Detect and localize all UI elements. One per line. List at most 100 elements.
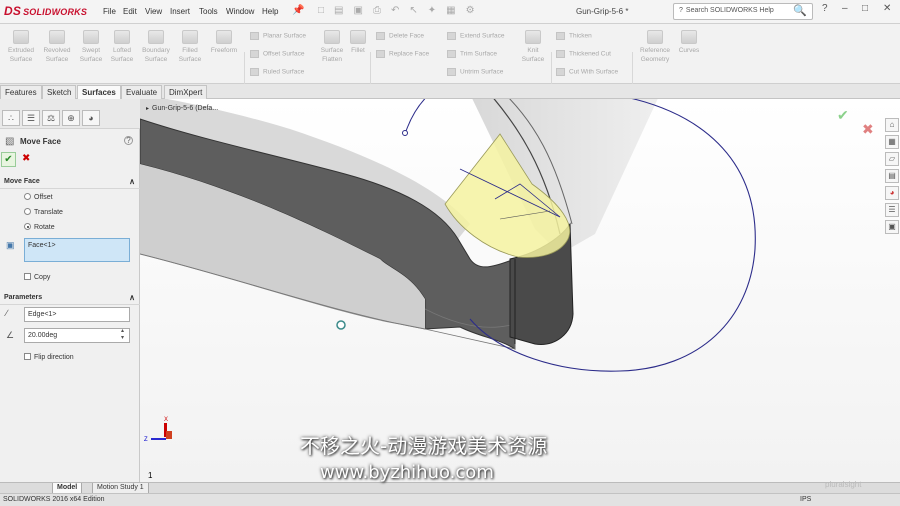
close-icon[interactable]: ✕ [883,3,891,14]
dimxpert-tab-icon[interactable]: ⊕ [62,110,80,126]
tab-dimxpert[interactable]: DimXpert [164,85,208,99]
lofted-surface-button[interactable]: Lofted Surface [107,30,137,64]
solidworks-logo[interactable]: DS SOLIDWORKS [4,4,87,18]
options-icon[interactable]: ⚙ [466,5,475,16]
option-offset[interactable]: Offset [24,193,53,201]
confirm-cancel-icon[interactable]: ✖ [862,121,874,138]
display-manager-tab-icon[interactable]: ◕ [82,110,100,126]
save-icon[interactable]: ▣ [354,5,363,16]
menu-view[interactable]: View [145,7,162,16]
forum-icon[interactable]: ▣ [885,220,899,234]
radio-offset[interactable] [24,193,31,200]
tab-surfaces[interactable]: Surfaces [77,85,121,99]
copy-check[interactable] [24,273,31,280]
replace-face-button[interactable]: Replace Face [376,50,429,58]
feature-tree-flyout[interactable]: ▸ Gun-Grip-5-6 (Defa... [146,105,218,112]
surface-flatten-button[interactable]: Surface Flatten [317,30,347,64]
thickened-cut-button[interactable]: Thickened Cut [556,50,611,58]
angle-spinner[interactable]: ▴ ▾ [121,328,124,342]
custom-properties-icon[interactable]: ☰ [885,203,899,217]
option-translate[interactable]: Translate [24,208,63,216]
configuration-tab-icon[interactable]: ⚖ [42,110,60,126]
ok-check-icon[interactable]: ✔ [1,152,16,167]
curves-button[interactable]: Curves [675,30,703,55]
property-manager-tab-icon[interactable]: ☰ [22,110,40,126]
thicken-button[interactable]: Thicken [556,32,592,40]
rebuild-icon[interactable]: ✦ [428,5,436,16]
radio-translate[interactable] [24,208,31,215]
ruled-surface-button[interactable]: Ruled Surface [250,68,304,76]
undo-icon[interactable]: ↶ [391,5,399,16]
help-search-input[interactable]: ? Search SOLIDWORKS Help [673,3,813,20]
arc-handle[interactable] [402,130,408,136]
menu-edit[interactable]: Edit [123,7,137,16]
restore-icon[interactable]: □ [862,3,868,14]
knit-surface-button[interactable]: Knit Surface [518,30,548,64]
cancel-x-icon[interactable]: ✖ [22,153,30,164]
origin-marker [336,320,346,330]
menu-tools[interactable]: Tools [199,7,218,16]
flip-direction-check[interactable] [24,353,31,360]
offset-surface-button[interactable]: Offset Surface [250,50,304,58]
menu-window[interactable]: Window [226,7,254,16]
appearances-icon[interactable]: ◕ [885,186,899,200]
new-document-icon[interactable]: □ [318,5,324,16]
delete-face-button[interactable]: Delete Face [376,32,424,40]
print-icon[interactable]: ⎙ [373,5,381,16]
feature-tree-tab-icon[interactable]: ∴ [2,110,20,126]
expand-arrow-icon[interactable]: ▸ [146,106,149,112]
reference-geometry-button[interactable]: Reference Geometry [636,30,674,64]
quick-access-toolbar: □ ▤ ▣ ⎙ ↶ ↖ ✦ ▦ ⚙ [318,5,485,16]
pin-icon[interactable]: 📌 [292,5,304,16]
face-selection-box[interactable]: Face<1> [24,238,130,262]
axis-edge-field[interactable]: Edge<1> [24,307,130,322]
boundary-surface-icon [148,30,164,44]
untrim-surface-button[interactable]: Untrim Surface [447,68,503,76]
rotation-arc [404,99,426,135]
status-bar: SOLIDWORKS 2016 x64 Edition IPS [0,493,900,506]
fillet-button[interactable]: Fillet [348,30,368,55]
extend-surface-button[interactable]: Extend Surface [447,32,504,40]
design-library-icon[interactable]: ▱ [885,152,899,166]
menu-file[interactable]: File [103,7,116,16]
revolved-surface-button[interactable]: Revolved Surface [40,30,74,64]
menu-help[interactable]: Help [262,7,278,16]
file-properties-icon[interactable]: ▦ [446,5,455,16]
radio-rotate[interactable] [24,223,31,230]
help-icon[interactable]: ? [124,136,133,145]
collapse-chevron-icon[interactable]: ∧ [129,177,135,186]
file-explorer-icon[interactable]: ▤ [885,169,899,183]
tab-features[interactable]: Features [0,85,42,99]
cut-with-surface-button[interactable]: Cut With Surface [556,68,618,76]
filled-surface-button[interactable]: Filled Surface [175,30,205,64]
copy-checkbox[interactable]: Copy [24,273,50,281]
swept-surface-icon [83,30,99,44]
boundary-surface-button[interactable]: Boundary Surface [138,30,174,64]
home-icon[interactable]: ⌂ [885,118,899,132]
confirm-ok-icon[interactable]: ✔ [837,107,849,124]
resources-icon[interactable]: ▦ [885,135,899,149]
flip-direction-checkbox[interactable]: Flip direction [24,353,74,361]
angle-input[interactable]: 20.00deg [24,328,130,343]
ruled-surface-icon [250,68,259,76]
swept-surface-button[interactable]: Swept Surface [76,30,106,64]
menu-insert[interactable]: Insert [170,7,190,16]
section-parameters[interactable]: Parameters ∧ [0,291,140,305]
option-rotate[interactable]: Rotate [24,223,55,231]
graphics-area[interactable]: ▸Gun-Grip-5-6 (Defa... 🔎 ⌕ ✎ ⊟ □ – □ ✕ ✔… [140,99,900,482]
minimize-icon[interactable]: – [842,3,848,14]
planar-surface-button[interactable]: Planar Surface [250,32,306,40]
tab-evaluate[interactable]: Evaluate [121,85,163,99]
collapse-chevron-icon[interactable]: ∧ [129,293,135,302]
search-icon[interactable]: 🔍 [793,4,807,17]
section-move-face[interactable]: Move Face ∧ [0,175,140,189]
units-indicator[interactable]: IPS [800,496,811,503]
knit-surface-icon [525,30,541,44]
tab-sketch[interactable]: Sketch [42,85,77,99]
help-dropdown-icon[interactable]: ? [822,3,828,14]
extruded-surface-button[interactable]: Extruded Surface [4,30,38,64]
select-icon[interactable]: ↖ [409,5,417,16]
open-icon[interactable]: ▤ [334,5,343,16]
trim-surface-button[interactable]: Trim Surface [447,50,497,58]
freeform-button[interactable]: Freeform [207,30,241,55]
